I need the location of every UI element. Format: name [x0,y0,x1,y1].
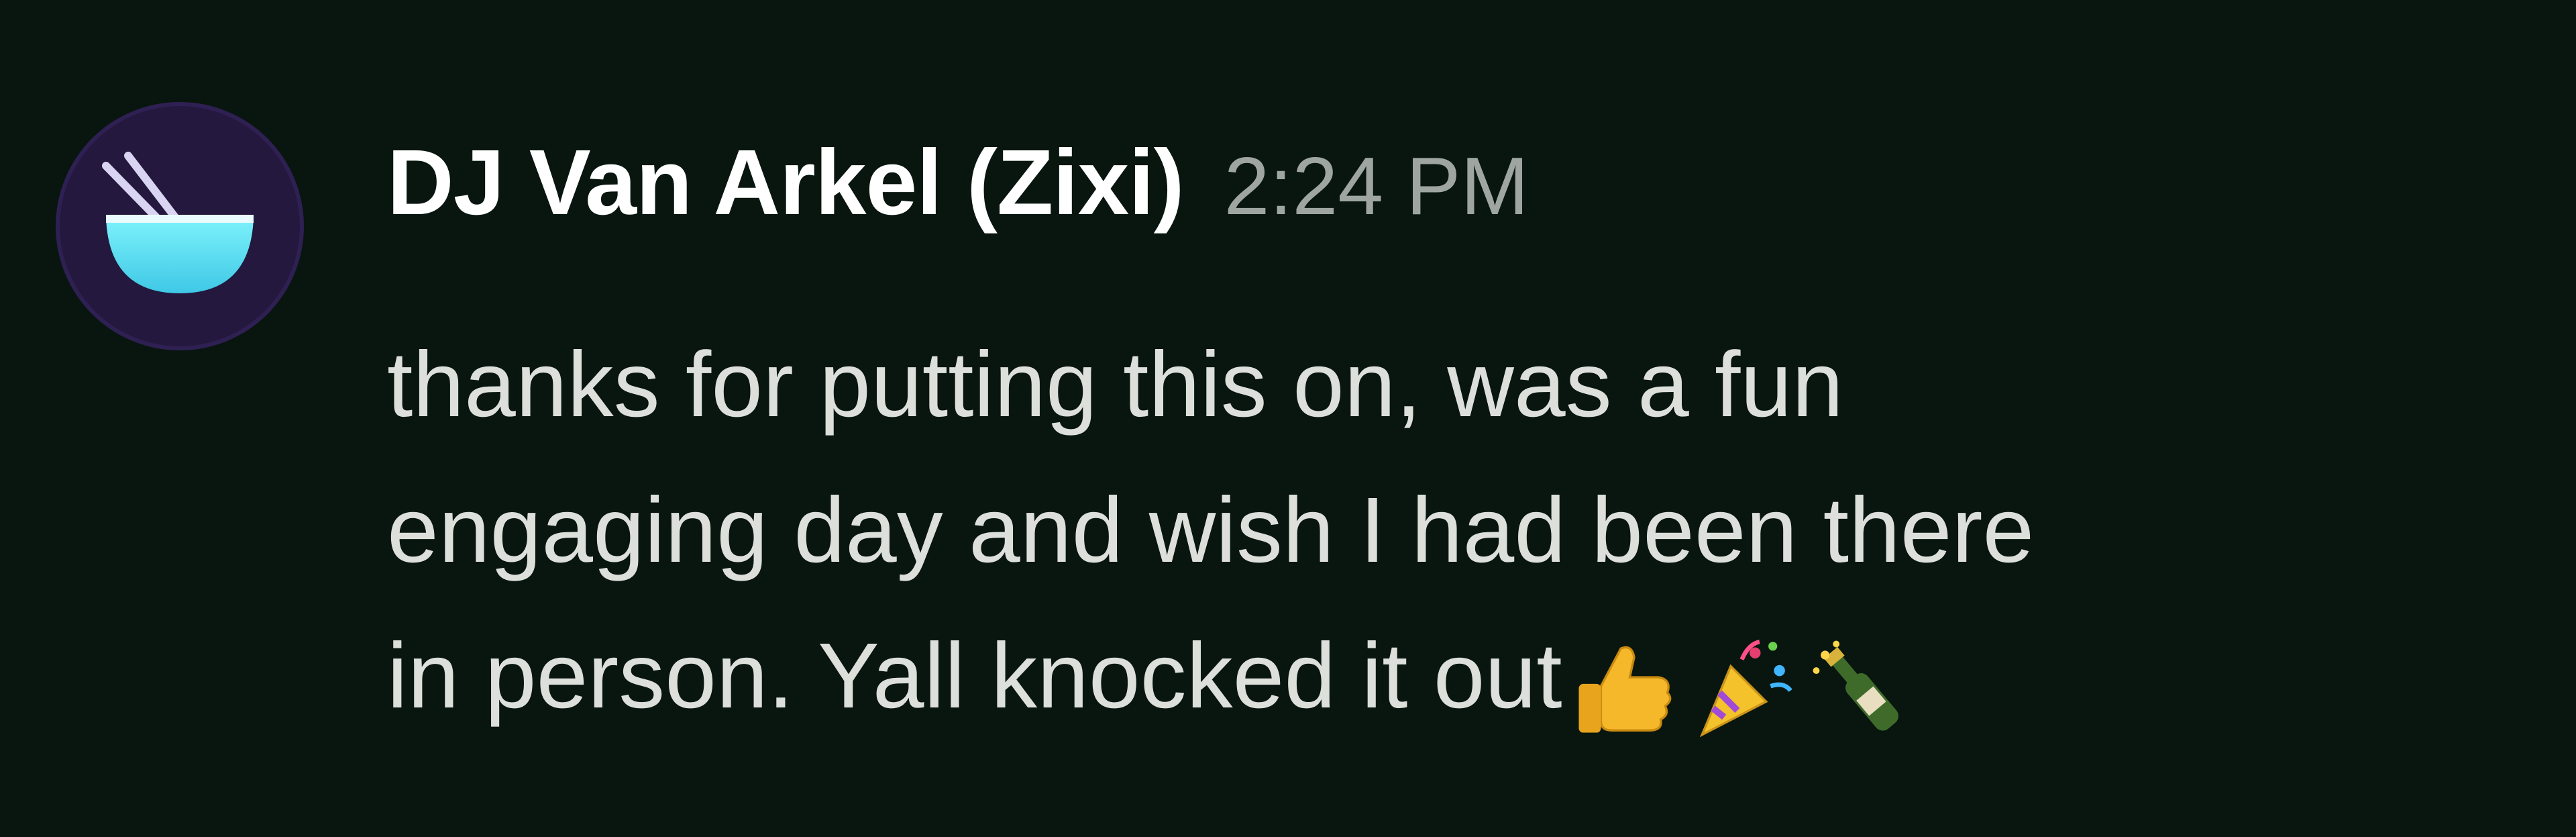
chat-message: DJ Van Arkel (Zixi) 2:24 PM thanks for p… [0,0,2576,837]
message-line-1: thanks for putting this on, was a fun [387,333,1843,436]
author-name[interactable]: DJ Van Arkel (Zixi) [387,124,1185,242]
avatar[interactable] [56,102,304,350]
message-body: thanks for putting this on, was a fun en… [387,312,2467,754]
bowl-with-chopsticks-icon [102,152,254,293]
champagne-bottle-icon [1805,633,1916,744]
thumbs-up-icon [1568,633,1678,744]
party-popper-icon [1686,633,1797,744]
message-line-3: in person. Yall knocked it out [387,603,2467,754]
message-line-3-text: in person. Yall knocked it out [387,624,1562,728]
emoji-row [1568,609,1924,754]
message-header: DJ Van Arkel (Zixi) 2:24 PM [387,124,1529,242]
message-timestamp[interactable]: 2:24 PM [1224,128,1529,245]
message-line-2: engaging day and wish I had been there [387,479,2035,582]
